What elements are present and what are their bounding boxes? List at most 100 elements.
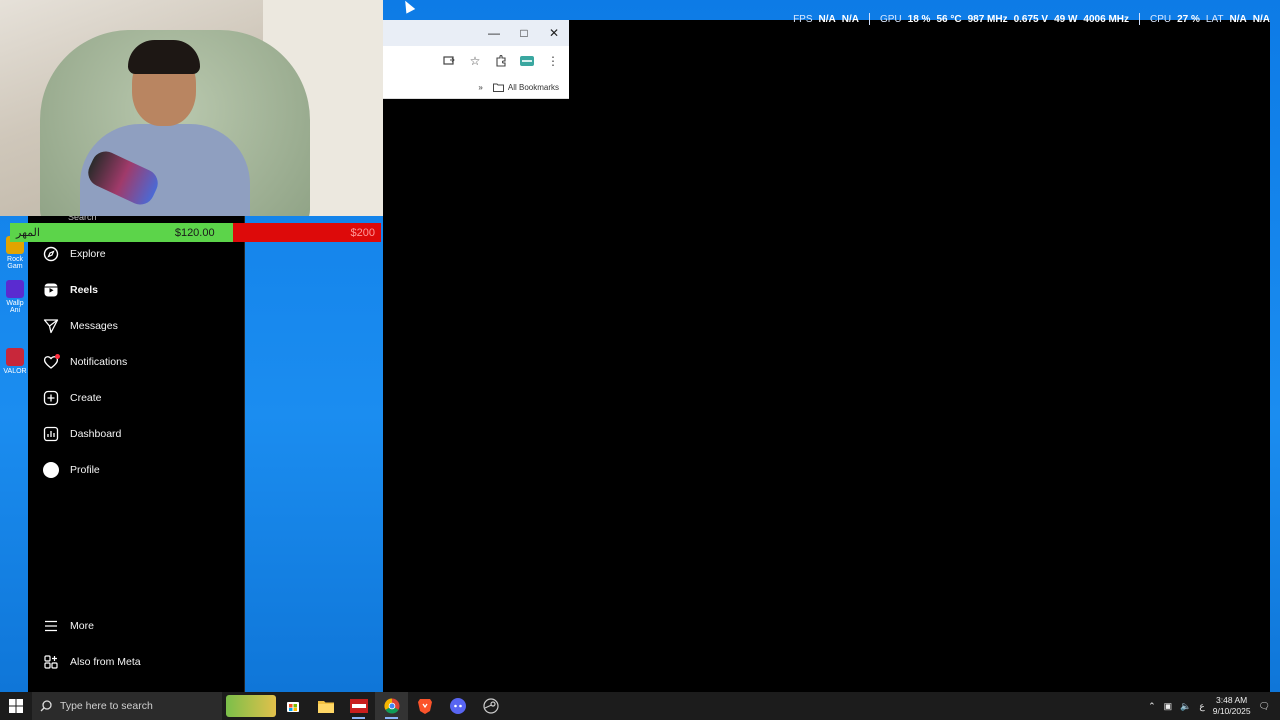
sidebar-item-reels[interactable]: Reels — [42, 278, 98, 302]
chrome-title-bar[interactable]: — □ ✕ — [383, 20, 569, 46]
compass-icon — [42, 245, 60, 263]
start-button[interactable] — [0, 692, 32, 720]
sidebar-item-label: Notifications — [70, 356, 128, 368]
install-app-button[interactable] — [441, 53, 457, 69]
gpu-voltage: 0.675 V — [1013, 13, 1049, 25]
clock-time: 3:48 AM — [1216, 695, 1248, 705]
install-icon — [443, 56, 455, 65]
network-icon[interactable]: ▣ — [1164, 701, 1173, 712]
gpu-power: 49 W — [1054, 13, 1078, 25]
taskbar: Type here to search ⌃ ▣ 🔈 ع 3:48 AM 9/10… — [0, 692, 1280, 720]
gpu-util: 18 % — [907, 13, 931, 25]
brave-icon — [417, 699, 432, 714]
hud-divider — [1139, 13, 1140, 25]
sidebar-item-also-from-meta[interactable]: Also from Meta — [42, 650, 141, 674]
sidebar-item-more[interactable]: More — [42, 614, 94, 638]
sidebar-item-dashboard[interactable]: Dashboard — [42, 422, 121, 446]
notification-center-icon[interactable]: 🗨 — [1259, 701, 1270, 712]
browser-window-content — [383, 20, 1270, 692]
folder-icon — [492, 83, 504, 92]
bookmark-star-button[interactable]: ☆ — [467, 53, 483, 69]
heart-icon — [42, 353, 60, 371]
valorant-icon — [6, 348, 24, 366]
goal-current-amount: $120.00 — [174, 226, 215, 239]
steam-icon — [482, 698, 499, 714]
lat-value: N/A — [1229, 13, 1247, 25]
all-bookmarks-button[interactable]: All Bookmarks — [492, 82, 559, 92]
apps-grid-icon — [42, 653, 60, 671]
chrome-toolbar: ☆ ⋮ — [383, 46, 569, 76]
profile-extension-button[interactable] — [519, 53, 535, 69]
sidebar-item-notifications[interactable]: Notifications — [42, 350, 127, 374]
streamer — [80, 40, 250, 216]
instagram-sidebar: Explore Reels Messages Notifications Cre… — [28, 216, 245, 692]
weather-widget[interactable] — [226, 695, 276, 717]
fps-value-2: N/A — [841, 13, 859, 25]
sidebar-item-label: More — [70, 620, 94, 632]
taskbar-app-steam[interactable] — [474, 692, 507, 720]
bookmarks-bar: » All Bookmarks — [383, 76, 569, 98]
taskbar-app-explorer[interactable] — [309, 692, 342, 720]
taskbar-app-brave[interactable] — [408, 692, 441, 720]
avatar-icon — [42, 461, 60, 479]
webcam-overlay — [0, 0, 383, 216]
taskbar-app-voicemod[interactable] — [342, 692, 375, 720]
lat-label: LAT — [1205, 13, 1224, 25]
desktop-icon-valorant[interactable]: VALOR — [2, 348, 28, 375]
gpu-clock: 987 MHz — [967, 13, 1008, 25]
goal-target-amount: $200 — [350, 226, 375, 239]
extensions-button[interactable] — [493, 53, 509, 69]
notification-dot — [55, 354, 60, 359]
sidebar-item-label: Reels — [70, 284, 99, 296]
desktop-icons: Rock Gam Wallp Ani VALOR — [0, 216, 28, 692]
all-bookmarks-label: All Bookmarks — [507, 82, 559, 92]
taskbar-search-box[interactable]: Type here to search — [32, 692, 222, 720]
search-placeholder: Type here to search — [60, 700, 153, 712]
sidebar-item-label: Messages — [70, 320, 118, 332]
streamer-hair — [128, 40, 200, 74]
kebab-menu-icon: ⋮ — [547, 54, 559, 68]
desktop-icon-label: Rock Gam — [7, 256, 23, 270]
minimize-icon: — — [488, 26, 500, 40]
sidebar-item-label: Create — [70, 392, 102, 404]
chrome-menu-button[interactable]: ⋮ — [545, 53, 561, 69]
gpu-mem-clock: 4006 MHz — [1083, 13, 1129, 25]
goal-progress-fill: المهر $120.00 — [10, 223, 233, 242]
lat-value-2: N/A — [1252, 13, 1270, 25]
cpu-util: 27 % — [1177, 13, 1200, 25]
cpu-label: CPU — [1150, 13, 1172, 25]
puzzle-icon — [496, 55, 506, 67]
send-icon — [42, 317, 60, 335]
taskbar-app-chrome[interactable] — [375, 692, 408, 720]
extension-avatar-icon — [520, 56, 534, 66]
maximize-button[interactable]: □ — [509, 20, 539, 46]
search-icon — [40, 700, 52, 712]
windows-icon — [9, 699, 23, 713]
sidebar-item-create[interactable]: Create — [42, 386, 102, 410]
bookmarks-overflow-button[interactable]: » — [478, 83, 482, 92]
wallpaper-engine-icon — [6, 280, 24, 298]
taskbar-app-discord[interactable] — [441, 692, 474, 720]
fps-label: FPS — [793, 13, 813, 25]
taskbar-app-store[interactable] — [276, 692, 309, 720]
minimize-button[interactable]: — — [479, 20, 509, 46]
chart-icon — [42, 425, 60, 443]
sidebar-item-profile[interactable]: Profile — [42, 458, 100, 482]
chrome-window-frame: — □ ✕ ☆ ⋮ » All Bookmarks — [383, 20, 569, 99]
sidebar-item-label: Also from Meta — [70, 656, 141, 668]
clock[interactable]: 3:48 AM 9/10/2025 — [1213, 695, 1251, 717]
volume-icon[interactable]: 🔈 — [1180, 701, 1191, 712]
desktop-icon-label: VALOR — [3, 368, 27, 375]
tray-overflow-chevron-icon[interactable]: ⌃ — [1148, 701, 1156, 712]
gpu-label: GPU — [879, 13, 902, 25]
input-language[interactable]: ع — [1199, 701, 1204, 712]
desktop-icon-label: Wallp Ani — [6, 300, 24, 314]
fps-value: N/A — [818, 13, 836, 25]
system-tray: ⌃ ▣ 🔈 ع 3:48 AM 9/10/2025 🗨 — [1148, 695, 1280, 717]
desktop-icon-wallpaper[interactable]: Wallp Ani — [2, 280, 28, 314]
sidebar-item-messages[interactable]: Messages — [42, 314, 118, 338]
sidebar-item-label: Profile — [70, 464, 100, 476]
close-button[interactable]: ✕ — [539, 20, 569, 46]
sidebar-item-explore[interactable]: Explore — [42, 242, 106, 266]
goal-label: المهر — [16, 227, 40, 239]
